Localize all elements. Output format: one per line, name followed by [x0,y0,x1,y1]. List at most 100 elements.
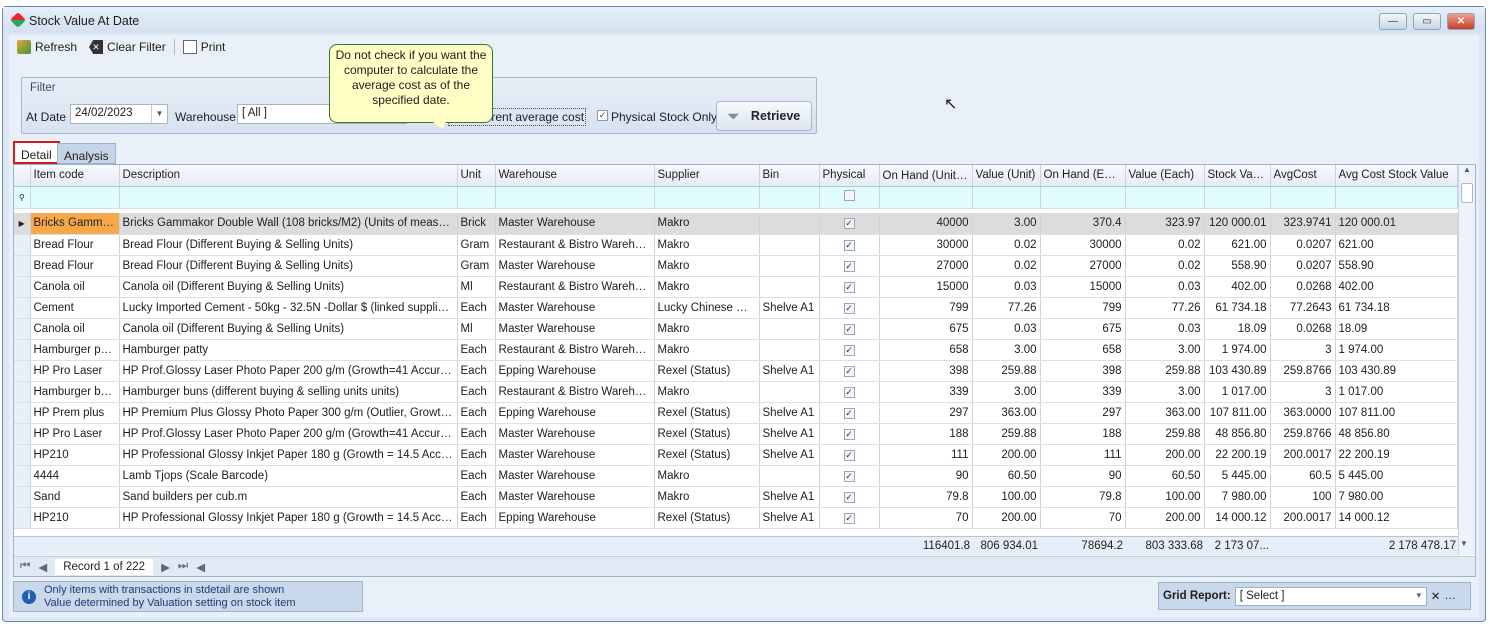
table-row[interactable]: Canola oil Canola oil (Different Buying &… [14,318,1458,340]
cell-value-each[interactable]: 60.50 [1125,465,1205,487]
table-row[interactable]: Hamburger patty Hamburger patty Each Restau… [14,339,1458,361]
physical-checkbox[interactable]: ✓ [843,449,855,461]
maximize-button[interactable]: ▭ [1413,13,1441,30]
cell-bin[interactable] [759,234,820,256]
scroll-up-icon[interactable]: ▲ [1459,165,1475,181]
cell-description[interactable]: HP Prof.Glossy Laser Photo Paper 200 g/m… [119,423,458,445]
cell-value-each[interactable]: 0.02 [1125,234,1205,256]
table-row[interactable]: HP210 HP Professional Glossy Inkjet Paper… [14,507,1458,529]
cell-stock-value[interactable]: 5 445.00 [1204,465,1271,487]
row-indicator[interactable] [14,276,31,298]
row-indicator[interactable] [14,297,31,319]
cell-physical[interactable]: ✓ [819,255,880,277]
cell-on-hand-each[interactable]: 27000 [1040,255,1126,277]
row-indicator[interactable] [14,234,31,256]
cell-item-code[interactable]: 4444 [30,465,120,487]
cell-value-each[interactable]: 200.00 [1125,507,1205,529]
cell-avgcost[interactable]: 259.8766 [1270,360,1336,382]
column-header[interactable]: Supplier [654,165,760,187]
cell-physical[interactable]: ✓ [819,360,880,382]
cell-warehouse[interactable]: Master Warehouse [495,486,655,508]
row-indicator[interactable] [14,381,31,403]
cell-avg-cost-stock-value[interactable]: 61 734.18 [1335,297,1458,319]
physical-checkbox[interactable]: ✓ [843,512,855,524]
cell-value-unit[interactable]: 3.00 [972,213,1041,235]
physical-checkbox[interactable]: ✓ [843,365,855,377]
cell-avg-cost-stock-value[interactable]: 120 000.01 [1335,213,1458,235]
cell-warehouse[interactable]: Master Warehouse [495,444,655,466]
table-row[interactable]: Bread Flour Bread Flour (Different Buying… [14,255,1458,277]
cell-on-hand-each[interactable]: 79.8 [1040,486,1126,508]
cell-physical[interactable]: ✓ [819,402,880,424]
cell-description[interactable]: Hamburger patty [119,339,458,361]
prev-record-icon[interactable]: ◀ [38,560,47,574]
cell-description[interactable]: Lamb Tjops (Scale Barcode) [119,465,458,487]
cell-value-unit[interactable]: 77.26 [972,297,1041,319]
cell-item-code[interactable]: Cement [30,297,120,319]
row-indicator[interactable] [14,465,31,487]
cell-warehouse[interactable]: Master Warehouse [495,318,655,340]
physical-checkbox[interactable]: ✓ [843,491,855,503]
cell-bin[interactable]: Shelve A1 [759,360,820,382]
scroll-left-icon[interactable]: ◀ [196,560,205,574]
cell-avg-cost-stock-value[interactable]: 107 811.00 [1335,402,1458,424]
cell-unit[interactable]: Each [457,444,496,466]
cell-avg-cost-stock-value[interactable]: 22 200.19 [1335,444,1458,466]
filter-cell[interactable] [759,186,820,209]
cell-on-hand-each[interactable]: 188 [1040,423,1126,445]
filter-cell[interactable] [879,186,973,209]
cell-stock-value[interactable]: 61 734.18 [1204,297,1271,319]
column-header[interactable]: Value (Each) [1125,165,1205,187]
column-header[interactable]: Value (Unit) [972,165,1041,187]
cell-description[interactable]: Sand builders per cub.m [119,486,458,508]
cell-value-each[interactable]: 0.03 [1125,318,1205,340]
cell-avgcost[interactable]: 0.0268 [1270,318,1336,340]
cell-value-unit[interactable]: 60.50 [972,465,1041,487]
cell-unit[interactable]: Ml [457,276,496,298]
cell-unit[interactable]: Each [457,297,496,319]
cell-unit[interactable]: Each [457,465,496,487]
cell-warehouse[interactable]: Master Warehouse [495,423,655,445]
cell-stock-value[interactable]: 22 200.19 [1204,444,1271,466]
cell-on-hand-each[interactable]: 70 [1040,507,1126,529]
cell-supplier[interactable]: Makro [654,276,760,298]
cell-on-hand-unit[interactable]: 398 [879,360,973,382]
cell-warehouse[interactable]: Epping Warehouse [495,360,655,382]
scroll-thumb[interactable] [1461,183,1473,203]
cell-value-unit[interactable]: 0.03 [972,276,1041,298]
cell-unit[interactable]: Brick [457,213,496,235]
cell-avgcost[interactable]: 100 [1270,486,1336,508]
cell-value-unit[interactable]: 3.00 [972,339,1041,361]
cell-physical[interactable]: ✓ [819,234,880,256]
filter-cell[interactable] [972,186,1041,209]
cell-bin[interactable]: Shelve A1 [759,486,820,508]
cell-avgcost[interactable]: 77.2643 [1270,297,1336,319]
cell-value-unit[interactable]: 0.02 [972,234,1041,256]
cell-avgcost[interactable]: 259.8766 [1270,423,1336,445]
cell-supplier[interactable]: Rexel (Status) [654,423,760,445]
cell-description[interactable]: Hamburger buns (different buying & selli… [119,381,458,403]
cell-stock-value[interactable]: 402.00 [1204,276,1271,298]
cell-item-code[interactable]: Canola oil [30,318,120,340]
cell-description[interactable]: HP Premium Plus Glossy Photo Paper 300 g… [119,402,458,424]
cell-on-hand-unit[interactable]: 111 [879,444,973,466]
cell-supplier[interactable]: Lucky Chinese Co... [654,297,760,319]
cell-avg-cost-stock-value[interactable]: 14 000.12 [1335,507,1458,529]
row-indicator[interactable] [14,423,31,445]
cell-avgcost[interactable]: 3 [1270,381,1336,403]
filter-cell[interactable] [495,186,655,209]
filter-cell[interactable] [1204,186,1271,209]
cell-bin[interactable]: Shelve A1 [759,444,820,466]
cell-physical[interactable]: ✓ [819,297,880,319]
cell-physical[interactable]: ✓ [819,486,880,508]
filter-row-pin-icon[interactable]: ⚲ [14,186,31,209]
tab-analysis[interactable]: Analysis [57,143,116,164]
cell-bin[interactable]: Shelve A1 [759,297,820,319]
cell-physical[interactable]: ✓ [819,465,880,487]
cell-value-each[interactable]: 77.26 [1125,297,1205,319]
cell-value-unit[interactable]: 363.00 [972,402,1041,424]
cell-on-hand-each[interactable]: 675 [1040,318,1126,340]
cell-warehouse[interactable]: Master Warehouse [495,255,655,277]
physical-checkbox[interactable]: ✓ [843,239,855,251]
cell-bin[interactable] [759,339,820,361]
